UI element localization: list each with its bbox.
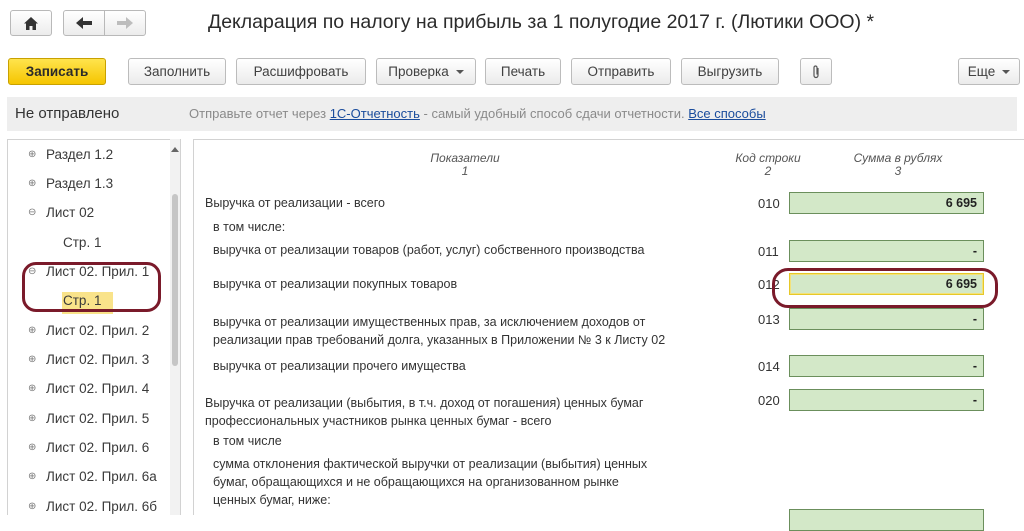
expand-icon[interactable]: ⊕ [28,355,37,365]
tree-item-sheet-02-app-6b[interactable]: ⊕ Лист 02. Прил. 6б [8,498,176,515]
row-label-including-2: в том числе [213,434,282,448]
tree-item-sheet-02-app-6a[interactable]: ⊕ Лист 02. Прил. 6а [8,468,176,490]
tree-item-label: Лист 02. Прил. 6 [46,440,150,455]
amount-field-014[interactable]: - [789,355,984,377]
tree-item-label: Лист 02. Прил. 4 [46,381,150,396]
column-header-sum: Сумма в рублях 3 [838,152,958,178]
tree-scrollbar-thumb[interactable] [172,194,178,366]
status-message: Отправьте отчет через 1С-Отчетность - са… [189,106,766,121]
tree-item-sheet-02-app-2[interactable]: ⊕ Лист 02. Прил. 2 [8,322,176,344]
expand-icon[interactable]: ⊕ [28,150,37,160]
row-code-010: 010 [758,196,780,211]
status-badge: Не отправлено [15,105,120,122]
row-code-020: 020 [758,393,780,408]
amount-field-010[interactable]: 6 695 [789,192,984,214]
sections-tree: ⊕ Раздел 1.2 ⊕ Раздел 1.3 ⊖ Лист 02 Стр.… [7,139,181,515]
row-label-including: в том числе: [213,220,286,234]
column-header-indicators-num: 1 [461,164,469,178]
tree-item-sheet-02-page-1[interactable]: Стр. 1 [8,234,176,256]
column-header-sum-num: 3 [894,164,902,178]
tree-item-label: Раздел 1.3 [46,176,114,191]
tree-item-sheet-02-app-3[interactable]: ⊕ Лист 02. Прил. 3 [8,351,176,373]
row-label-deviation-line1: сумма отклонения фактической выручки от … [213,457,648,471]
tree-item-label: Лист 02. Прил. 2 [46,323,150,338]
tree-item-sheet-02[interactable]: ⊖ Лист 02 [8,204,176,226]
expand-icon[interactable]: ⊕ [28,414,37,424]
tree-item-label: Лист 02. Прил. 3 [46,352,150,367]
row-label-013-line1: выручка от реализации имущественных прав… [213,315,646,329]
forward-button[interactable] [104,10,146,36]
expand-icon[interactable]: ⊕ [28,326,37,336]
home-icon [24,16,38,30]
page-title: Декларация по налогу на прибыль за 1 пол… [208,11,875,33]
row-label-013-line2: реализации прав требований долга, указан… [213,333,666,347]
row-code-013: 013 [758,312,780,327]
paperclip-icon [813,64,819,78]
check-dropdown-button[interactable]: Проверка [376,58,476,85]
arrow-left-icon [76,17,92,29]
expand-icon[interactable]: ⊕ [28,384,37,394]
row-label-011: выручка от реализации товаров (работ, ус… [213,243,645,257]
tree-item-label: Раздел 1.2 [46,147,114,162]
tree-item-section-1-2[interactable]: ⊕ Раздел 1.2 [8,146,176,168]
scroll-up-icon[interactable] [171,147,179,152]
expand-icon[interactable]: ⊕ [28,502,37,512]
row-code-011: 011 [758,244,779,259]
more-label: Еще [967,64,996,79]
expand-icon[interactable]: ⊕ [28,443,37,453]
row-label-deviation-line2: бумаг, обращающихся и не обращающихся на… [213,475,619,489]
arrow-right-icon [117,17,133,29]
tree-item-label: Лист 02. Прил. 6а [46,469,157,484]
check-label: Проверка [388,64,449,79]
collapse-icon[interactable]: ⊖ [28,208,37,218]
tree-item-sheet-02-app-6[interactable]: ⊕ Лист 02. Прил. 6 [8,439,176,461]
tree-item-label: Лист 02 [46,205,95,220]
export-button[interactable]: Выгрузить [681,58,779,85]
status-message-prefix: Отправьте отчет через [189,106,327,121]
tree-item-label: Стр. 1 [63,235,102,250]
chevron-down-icon [1002,69,1011,74]
annotation-oval-tree [22,262,161,312]
row-code-014: 014 [758,359,780,374]
back-button[interactable] [63,10,105,36]
save-button[interactable]: Записать [8,58,106,85]
status-message-suffix: - самый удобный способ сдачи отчетности. [423,106,685,121]
status-bar: Не отправлено Отправьте отчет через 1С-О… [7,97,1017,131]
tree-item-section-1-3[interactable]: ⊕ Раздел 1.3 [8,175,176,197]
decode-button[interactable]: Расшифровать [236,58,366,85]
home-button[interactable] [10,10,52,36]
row-label-020: Выручка от реализации (выбытия, в т.ч. д… [205,394,643,430]
attach-button[interactable] [800,58,832,85]
print-button[interactable]: Печать [485,58,561,85]
amount-field-020[interactable]: - [789,389,984,411]
row-label-deviation: сумма отклонения фактической выручки от … [213,455,647,509]
tree-item-sheet-02-app-5[interactable]: ⊕ Лист 02. Прил. 5 [8,410,176,432]
column-header-code-num: 2 [764,164,772,178]
row-label-020-line2: профессиональных участников рынка ценных… [205,414,552,428]
more-button[interactable]: Еще [958,58,1020,85]
all-methods-link[interactable]: Все способы [688,106,765,121]
fill-button[interactable]: Заполнить [128,58,226,85]
column-header-code: Код строки 2 [720,152,816,178]
row-label-020-line1: Выручка от реализации (выбытия, в т.ч. д… [205,396,644,410]
tree-item-sheet-02-app-4[interactable]: ⊕ Лист 02. Прил. 4 [8,380,176,402]
annotation-oval-amount [772,268,998,308]
row-label-deviation-line3: ценных бумаг, ниже: [213,493,331,507]
service-link[interactable]: 1С-Отчетность [330,106,420,121]
row-label-014: выручка от реализации прочего имущества [213,359,466,373]
row-label-010: Выручка от реализации - всего [205,196,385,210]
row-label-012: выручка от реализации покупных товаров [213,277,458,291]
send-button[interactable]: Отправить [571,58,671,85]
tree-item-label: Лист 02. Прил. 6б [46,499,157,514]
chevron-down-icon [455,69,464,74]
expand-icon[interactable]: ⊕ [28,179,37,189]
expand-icon[interactable]: ⊕ [28,472,37,482]
row-label-013: выручка от реализации имущественных прав… [213,313,665,349]
amount-field-013[interactable]: - [789,308,984,330]
column-header-indicators: Показатели 1 [400,152,530,178]
amount-field-next[interactable] [789,509,984,531]
amount-field-011[interactable]: - [789,240,984,262]
tree-item-label: Лист 02. Прил. 5 [46,411,150,426]
